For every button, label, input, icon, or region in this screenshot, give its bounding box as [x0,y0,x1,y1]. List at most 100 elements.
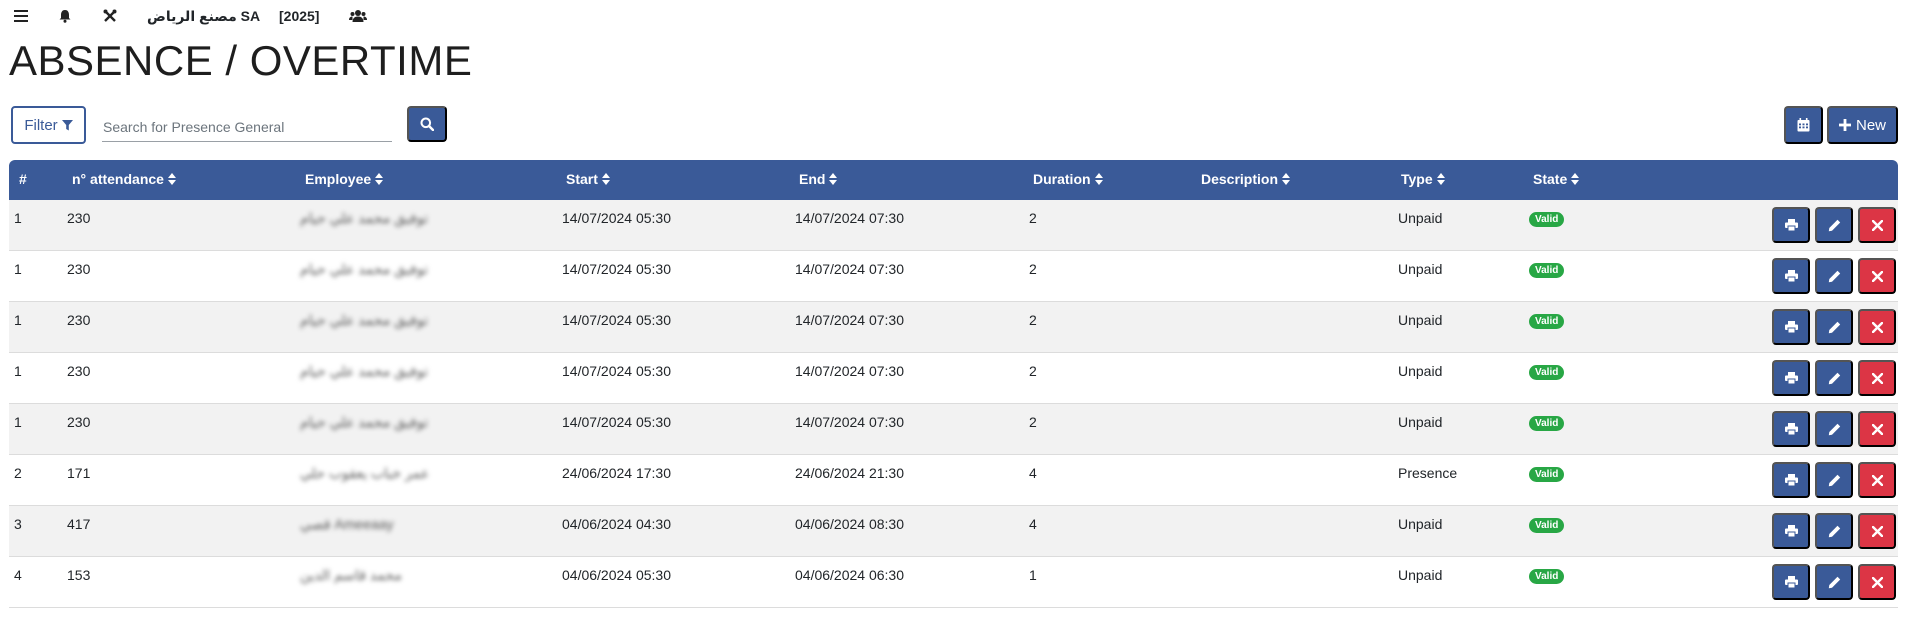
col-header-number: # [19,171,27,187]
cell-start: 04/06/2024 04:30 [562,516,671,532]
col-header-start[interactable]: Start [566,171,610,187]
cell-duration: 4 [1029,516,1037,532]
cell-number: 1 [14,210,22,226]
status-badge: Valid [1529,212,1565,227]
sort-icon [601,173,610,185]
delete-button[interactable] [1858,462,1896,498]
edit-button[interactable] [1815,207,1853,243]
status-badge: Valid [1529,569,1565,584]
print-button[interactable] [1772,513,1810,549]
year-selector[interactable]: [2025] [279,6,319,26]
delete-button[interactable] [1858,513,1896,549]
cell-attendance: 417 [67,516,91,532]
pencil-icon [1828,219,1841,232]
bell-icon[interactable] [58,6,72,26]
cell-employee: توفيق محمد علي حيام [300,261,428,277]
delete-button[interactable] [1858,258,1896,294]
close-icon [1871,576,1883,588]
pencil-icon [1828,423,1841,436]
cell-end: 14/07/2024 07:30 [795,363,904,379]
cell-duration: 2 [1029,414,1037,430]
col-header-type[interactable]: Type [1401,171,1445,187]
print-icon [1784,525,1798,537]
sort-icon [1282,173,1291,185]
search-button[interactable] [407,106,447,142]
status-badge: Valid [1529,365,1565,380]
delete-button[interactable] [1858,411,1896,447]
search-input[interactable] [102,112,392,142]
col-header-duration[interactable]: Duration [1033,171,1103,187]
cell-type: Unpaid [1398,567,1443,583]
print-button[interactable] [1772,258,1810,294]
cell-number: 2 [14,465,22,481]
filter-icon [61,119,73,131]
print-icon [1784,423,1798,435]
print-button[interactable] [1772,411,1810,447]
pencil-icon [1828,321,1841,334]
cell-number: 3 [14,516,22,532]
delete-button[interactable] [1858,564,1896,600]
cell-start: 14/07/2024 05:30 [562,363,671,379]
col-header-employee[interactable]: Employee [305,171,384,187]
print-button[interactable] [1772,207,1810,243]
cell-duration: 2 [1029,261,1037,277]
cell-duration: 2 [1029,210,1037,226]
sort-icon [1436,173,1445,185]
print-button[interactable] [1772,360,1810,396]
close-icon [1871,423,1883,435]
cell-end: 14/07/2024 07:30 [795,312,904,328]
delete-button[interactable] [1858,360,1896,396]
cell-end: 04/06/2024 08:30 [795,516,904,532]
col-header-attendance[interactable]: n° attendance [72,171,176,187]
sort-icon [1094,173,1103,185]
close-icon [1871,321,1883,333]
close-icon [1871,372,1883,384]
cell-end: 14/07/2024 07:30 [795,210,904,226]
company-name[interactable]: مصنع الرياض SA [147,6,260,26]
cell-number: 1 [14,414,22,430]
table-row: 1 230 توفيق محمد علي حيام 14/07/2024 05:… [9,353,1898,404]
menu-icon[interactable] [14,6,28,26]
print-button[interactable] [1772,462,1810,498]
cell-employee: توفيق محمد علي حيام [300,210,428,226]
sort-icon [829,173,838,185]
edit-button[interactable] [1815,360,1853,396]
status-badge: Valid [1529,314,1565,329]
print-button[interactable] [1772,309,1810,345]
cell-duration: 2 [1029,312,1037,328]
cell-start: 14/07/2024 05:30 [562,312,671,328]
delete-button[interactable] [1858,207,1896,243]
edit-button[interactable] [1815,462,1853,498]
cell-attendance: 230 [67,363,91,379]
table-row: 2 171 عمر خباب يعقوب حلي 24/06/2024 17:3… [9,455,1898,506]
print-icon [1784,474,1798,486]
cell-type: Unpaid [1398,363,1443,379]
edit-button[interactable] [1815,411,1853,447]
cell-end: 24/06/2024 21:30 [795,465,904,481]
print-button[interactable] [1772,564,1810,600]
delete-button[interactable] [1858,309,1896,345]
calendar-button[interactable] [1784,106,1823,144]
users-icon[interactable] [349,6,367,26]
pencil-icon [1828,372,1841,385]
edit-button[interactable] [1815,309,1853,345]
col-header-description[interactable]: Description [1201,171,1291,187]
col-header-state[interactable]: State [1533,171,1580,187]
edit-button[interactable] [1815,258,1853,294]
status-badge: Valid [1529,518,1565,533]
edit-button[interactable] [1815,564,1853,600]
col-header-end[interactable]: End [799,171,838,187]
cell-employee: عمر خباب يعقوب حلي [300,465,430,481]
edit-button[interactable] [1815,513,1853,549]
cell-type: Unpaid [1398,261,1443,277]
table-header: # n° attendance Employee Start End Durat… [9,160,1898,200]
top-navbar: مصنع الرياض SA [2025] [0,0,1907,32]
new-button[interactable]: New [1827,106,1898,144]
filter-button[interactable]: Filter [11,106,86,144]
tools-icon[interactable] [103,6,117,26]
cell-end: 04/06/2024 06:30 [795,567,904,583]
cell-start: 14/07/2024 05:30 [562,261,671,277]
calendar-icon [1797,118,1810,132]
table-row: 3 417 قصي Ameeaay 04/06/2024 04:30 04/06… [9,506,1898,557]
cell-type: Unpaid [1398,414,1443,430]
